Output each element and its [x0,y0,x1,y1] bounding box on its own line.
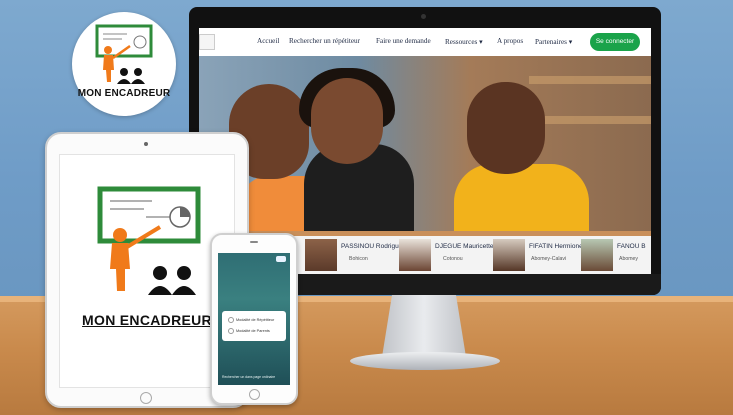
tutor-city: Abomey-Calavi [531,256,567,262]
nav-partenaires-label: Partenaires [535,38,567,46]
nav-apropos[interactable]: A propos [497,37,523,45]
radio-icon [228,328,234,334]
tablet-screen: MON ENCADREUR [59,154,235,388]
tutor-city: Bohicon [349,256,368,262]
login-button[interactable]: Se connecter [590,33,640,51]
option-parents[interactable]: Modalité de Parents [228,328,270,334]
teacher-face [311,78,383,164]
boy-student-head [467,82,545,174]
avatar [305,239,337,271]
option-label: Modalité de Parents [236,329,270,333]
tutor-name: FANOU B [617,243,646,250]
role-panel: Modalité de Répétiteur Modalité de Paren… [222,311,286,341]
brand-logo: MON ENCADREUR [72,12,176,116]
nav-accueil[interactable]: Accueil [257,37,279,45]
tutor-card[interactable]: FIFATIN Hermione Abomey-Calavi [493,239,583,271]
avatar [493,239,525,271]
site-navbar: Accueil Rechercher un répétiteur Faire u… [199,28,651,57]
nav-rechercher[interactable]: Rechercher un répétiteur [289,37,360,45]
tutor-city: Abomey [619,256,639,262]
webcam-icon [421,14,426,19]
tutor-name: DJEGUE Mauricette [435,243,494,250]
app-badge [276,256,286,262]
smartphone-device: Modalité de Répétiteur Modalité de Paren… [210,233,298,405]
nav-demande[interactable]: Faire une demande [376,37,431,45]
home-button[interactable] [249,389,260,400]
nav-ressources[interactable]: Ressources ▾ [445,37,483,46]
students-icon [148,266,196,295]
tutor-card[interactable]: DJEGUE Mauricette Cotonou [399,239,494,271]
chevron-down-icon: ▾ [568,38,573,46]
tutor-card[interactable]: PASSINOU Rodrigue Bohicon [305,239,402,271]
bookshelf [529,76,651,84]
avatar [581,239,613,271]
option-repetiteur[interactable]: Modalité de Répétiteur [228,317,274,323]
avatar [399,239,431,271]
monitor-base [350,352,500,370]
tutor-card[interactable]: FANOU B Abomey [581,239,651,271]
option-label: Modalité de Répétiteur [236,318,275,322]
chevron-down-icon: ▾ [479,38,483,46]
nav-ressources-label: Ressources [445,38,478,46]
teacher-pointing-icon [95,24,153,84]
camera-icon [144,142,148,146]
tutor-name: PASSINOU Rodrigue [341,243,403,250]
radio-icon [228,317,234,323]
brand-name: MON ENCADREUR [77,88,171,99]
teacher-pointing-icon [97,186,201,295]
hero-photo [199,56,651,246]
phone-screen: Modalité de Répétiteur Modalité de Paren… [218,253,290,385]
phone-footer-text: Rechercher un dans page ordinaire [222,375,276,379]
brand-name: MON ENCADREUR [82,312,212,328]
speaker-icon [250,241,258,243]
home-button[interactable] [140,392,152,404]
bookshelf [529,116,651,124]
tutor-name: FIFATIN Hermione [529,243,583,250]
tutor-city: Cotonou [443,256,463,262]
site-logo[interactable] [199,34,215,50]
nav-partenaires[interactable]: Partenaires ▾ [535,37,572,46]
